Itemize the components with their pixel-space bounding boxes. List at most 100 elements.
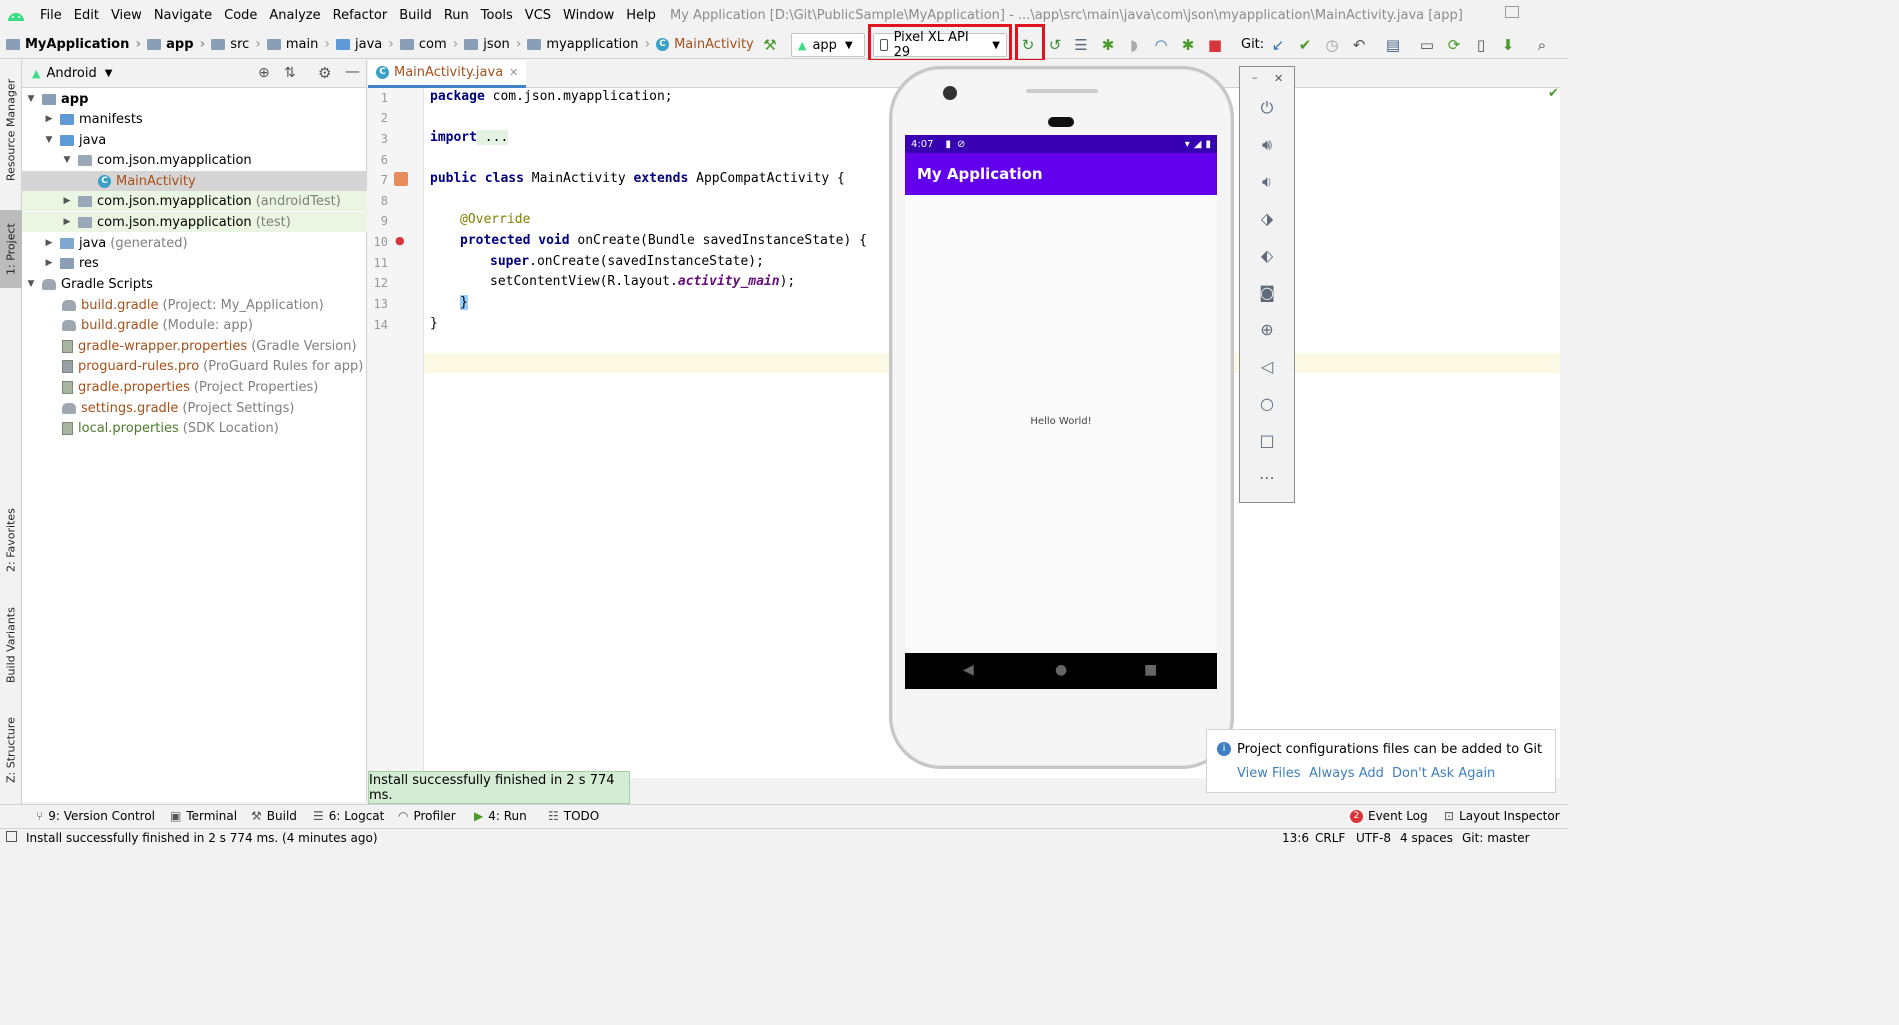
search-icon[interactable]: ⌕ xyxy=(1533,36,1551,54)
rotate-left-icon[interactable]: ⬗ xyxy=(1257,209,1277,229)
expand-arrow-icon[interactable]: ▼ xyxy=(62,155,72,165)
make-project-icon[interactable]: ⚒ xyxy=(761,36,779,54)
tree-item-java-generated[interactable]: ▶ java (generated) xyxy=(22,233,367,253)
home-icon[interactable]: ○ xyxy=(1257,394,1277,414)
close-icon[interactable]: ✕ xyxy=(1274,72,1283,85)
zoom-icon[interactable]: ⊕ xyxy=(1257,320,1277,340)
menu-file[interactable]: File xyxy=(34,8,68,23)
view-files-link[interactable]: View Files xyxy=(1237,766,1301,781)
breadcrumb-main[interactable]: main › xyxy=(261,36,330,52)
profile-icon[interactable]: ◠ xyxy=(1152,36,1170,54)
no-problems-check-icon[interactable]: ✔ xyxy=(1548,86,1559,101)
menu-navigate[interactable]: Navigate xyxy=(148,8,218,23)
minimize-icon[interactable]: – xyxy=(1252,71,1258,84)
volume-up-icon[interactable]: 🔊︎ xyxy=(1257,135,1277,155)
tree-item-res[interactable]: ▶ res xyxy=(22,253,367,273)
back-icon[interactable]: ◀ xyxy=(963,662,974,678)
terminal-tool[interactable]: ▣ Terminal xyxy=(170,809,237,823)
caret-position[interactable]: 13:6 xyxy=(1282,831,1309,845)
home-icon[interactable]: ● xyxy=(1055,662,1067,678)
collapse-all-icon[interactable]: ⇅ xyxy=(284,65,296,81)
always-add-link[interactable]: Always Add xyxy=(1309,766,1384,781)
line-separator[interactable]: CRLF xyxy=(1315,831,1345,845)
tree-item-mainactivity[interactable]: C MainActivity xyxy=(22,171,367,191)
tree-item-app[interactable]: ▼ app xyxy=(22,89,367,109)
menu-analyze[interactable]: Analyze xyxy=(263,8,326,23)
breadcrumb-java[interactable]: java › xyxy=(330,36,394,52)
attach-debugger-icon[interactable]: ✱ xyxy=(1179,36,1197,54)
override-gutter-icon[interactable]: ● xyxy=(395,234,405,247)
expand-arrow-icon[interactable]: ▼ xyxy=(26,279,36,289)
menu-vcs[interactable]: VCS xyxy=(519,8,557,23)
run-tool[interactable]: ▶ 4: Run xyxy=(474,809,527,823)
logcat-tool[interactable]: ☰ 6: Logcat xyxy=(313,809,384,823)
run-list-icon[interactable]: ☰ xyxy=(1072,36,1090,54)
menu-view[interactable]: View xyxy=(105,8,148,23)
volume-down-icon[interactable]: 🔉︎ xyxy=(1257,172,1277,192)
menu-help[interactable]: Help xyxy=(620,8,662,23)
expand-arrow-icon[interactable]: ▼ xyxy=(44,135,54,145)
menu-code[interactable]: Code xyxy=(218,8,263,23)
breadcrumb-app[interactable]: app › xyxy=(141,36,205,52)
emulator-screen[interactable]: 4:07 ▮ ⊘ ▾ ◢ ▮ My Application Hello Worl… xyxy=(905,135,1217,689)
tree-item-build-gradle-project[interactable]: build.gradle (Project: My_Application) xyxy=(22,295,367,315)
tree-item-local-properties[interactable]: local.properties (SDK Location) xyxy=(22,418,367,438)
tree-item-package-test[interactable]: ▶ com.json.myapplication (test) xyxy=(22,212,367,232)
camera-icon[interactable]: ◙ xyxy=(1257,283,1277,303)
apply-code-changes-icon[interactable]: ↺ xyxy=(1046,36,1064,54)
sync-gradle-icon[interactable]: ⟳ xyxy=(1445,36,1463,54)
project-view-select[interactable]: Android xyxy=(46,66,96,81)
debug-icon[interactable]: ✱ xyxy=(1099,36,1117,54)
tab-mainactivity-java[interactable]: C MainActivity.java ✕ xyxy=(368,60,527,88)
todo-tool[interactable]: ☷ TODO xyxy=(548,809,599,823)
git-branch[interactable]: Git: master xyxy=(1462,831,1530,845)
tree-item-proguard-rules[interactable]: proguard-rules.pro (ProGuard Rules for ap… xyxy=(22,356,367,376)
dont-ask-again-link[interactable]: Don't Ask Again xyxy=(1392,766,1495,781)
project-structure-icon[interactable]: ▤ xyxy=(1384,36,1402,54)
menu-edit[interactable]: Edit xyxy=(68,8,105,23)
tree-item-gradle-wrapper-properties[interactable]: gradle-wrapper.properties (Gradle Version… xyxy=(22,336,367,356)
overview-icon[interactable]: ■ xyxy=(1144,662,1157,678)
menu-build[interactable]: Build xyxy=(393,8,438,23)
breadcrumb-mainactivity[interactable]: C MainActivity xyxy=(650,37,754,52)
expand-arrow-icon[interactable]: ▶ xyxy=(44,114,54,124)
tree-item-gradle-properties[interactable]: gradle.properties (Project Properties) xyxy=(22,377,367,397)
tab-structure[interactable]: Z: Structure xyxy=(0,710,22,790)
restore-window-icon[interactable] xyxy=(1505,6,1519,18)
git-commit-icon[interactable]: ✔ xyxy=(1296,36,1314,54)
toggle-tool-windows-icon[interactable] xyxy=(6,831,17,842)
hide-icon[interactable]: — xyxy=(345,62,360,80)
power-icon[interactable]: ⏻ xyxy=(1257,98,1277,118)
sdk-manager-icon[interactable]: ⬇ xyxy=(1499,36,1517,54)
profiler-tool[interactable]: ◠ Profiler xyxy=(398,809,456,823)
run-config-select[interactable]: ▲ app ▼ xyxy=(791,33,865,57)
expand-arrow-icon[interactable]: ▼ xyxy=(26,94,36,104)
tab-build-variants[interactable]: Build Variants xyxy=(0,600,22,690)
locate-icon[interactable]: ⊕ xyxy=(258,65,270,81)
menu-window[interactable]: Window xyxy=(557,8,620,23)
menu-refactor[interactable]: Refactor xyxy=(327,8,394,23)
overview-icon[interactable]: □ xyxy=(1257,431,1277,451)
git-rollback-icon[interactable]: ↶ xyxy=(1350,36,1368,54)
chevron-down-icon[interactable]: ▼ xyxy=(105,68,113,79)
device-manager-icon[interactable]: ▯ xyxy=(1472,36,1490,54)
menu-tools[interactable]: Tools xyxy=(475,8,519,23)
version-control-tool[interactable]: ⑂ 9: Version Control xyxy=(36,809,155,823)
breadcrumb-project[interactable]: MyApplication › xyxy=(0,36,141,52)
event-log-tool[interactable]: 2 Event Log xyxy=(1350,809,1428,823)
menu-run[interactable]: Run xyxy=(438,8,475,23)
layout-inspector-tool[interactable]: ⊡ Layout Inspector xyxy=(1444,809,1560,823)
expand-arrow-icon[interactable]: ▶ xyxy=(62,196,72,206)
expand-arrow-icon[interactable]: ▶ xyxy=(62,217,72,227)
tab-resource-manager[interactable]: Resource Manager xyxy=(0,70,22,190)
avd-manager-icon[interactable]: ▭ xyxy=(1418,36,1436,54)
expand-arrow-icon[interactable]: ▶ xyxy=(44,258,54,268)
file-encoding[interactable]: UTF-8 xyxy=(1356,831,1391,845)
git-update-icon[interactable]: ↙ xyxy=(1269,36,1287,54)
coverage-icon[interactable]: ◗ xyxy=(1125,36,1143,54)
breadcrumb-src[interactable]: src › xyxy=(205,36,261,52)
back-icon[interactable]: ◁ xyxy=(1257,357,1277,377)
git-history-icon[interactable]: ◷ xyxy=(1323,36,1341,54)
stop-icon[interactable]: ■ xyxy=(1206,36,1224,54)
expand-arrow-icon[interactable]: ▶ xyxy=(44,238,54,248)
